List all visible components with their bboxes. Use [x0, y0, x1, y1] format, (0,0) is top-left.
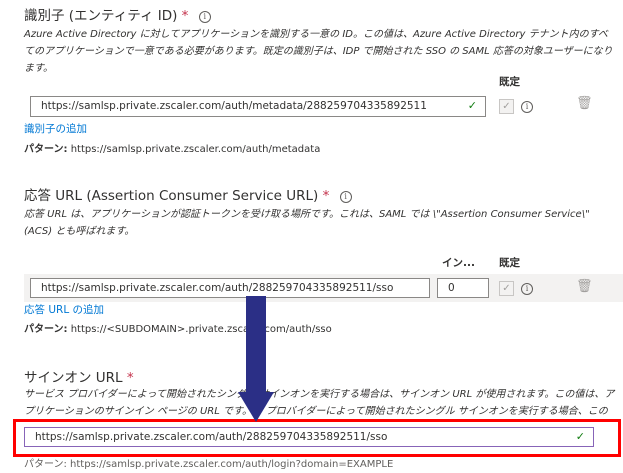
identifier-pattern: パターン: https://samlsp.private.zscaler.com… — [24, 140, 320, 155]
pattern-label: パターン: — [24, 144, 68, 155]
reply-url-pattern: パターン: https://<SUBDOMAIN>.private.zscale… — [24, 320, 332, 335]
reply-url-default-checkbox[interactable]: ✓ — [499, 281, 514, 296]
info-icon[interactable]: i — [339, 191, 352, 203]
reply-url-default-header: 既定 — [499, 257, 520, 269]
pattern-value: https://<SUBDOMAIN>.private.zscaler.com/… — [70, 324, 332, 335]
identifier-description: Azure Active Directory に対してアプリケーションを識別する… — [24, 29, 613, 74]
annotation-arrow-icon — [238, 296, 274, 422]
valid-check-icon: ✓ — [467, 99, 477, 112]
signon-url-input-value: https://samlsp.private.zscaler.com/auth/… — [35, 431, 388, 443]
signon-url-title-text: サインオン URL — [24, 370, 123, 386]
reply-url-index-header: イン... — [442, 257, 475, 269]
reply-url-description: 応答 URL は、アプリケーションが認証トークンを受け取る場所です。これは、SA… — [24, 209, 590, 237]
info-icon[interactable]: i — [521, 283, 533, 295]
required-marker: * — [126, 370, 134, 386]
identifier-input-value: https://samlsp.private.zscaler.com/auth/… — [41, 100, 427, 112]
delete-icon[interactable]: 🗑 — [576, 279, 593, 294]
info-icon[interactable]: i — [521, 101, 533, 113]
identifier-default-checkbox[interactable]: ✓ — [499, 99, 514, 114]
reply-url-index-value: 0 — [448, 282, 455, 294]
pattern-value: https://samlsp.private.zscaler.com/auth/… — [70, 144, 321, 155]
reply-url-index-input[interactable]: 0 — [437, 278, 489, 298]
reply-url-input[interactable]: https://samlsp.private.zscaler.com/auth/… — [30, 278, 430, 298]
add-identifier-link[interactable]: 識別子の追加 — [24, 121, 87, 136]
signon-url-title: サインオン URL * — [24, 366, 134, 386]
identifier-title: 識別子 (エンティティ ID) * i — [24, 4, 211, 24]
delete-icon[interactable]: 🗑 — [576, 96, 593, 111]
info-icon[interactable]: i — [198, 11, 211, 23]
identifier-input[interactable]: https://samlsp.private.zscaler.com/auth/… — [30, 96, 486, 117]
signon-url-input[interactable]: https://samlsp.private.zscaler.com/auth/… — [24, 427, 594, 447]
identifier-default-header: 既定 — [499, 76, 520, 88]
add-reply-url-link[interactable]: 応答 URL の追加 — [24, 302, 104, 317]
required-marker: * — [181, 8, 189, 24]
reply-url-input-value: https://samlsp.private.zscaler.com/auth/… — [41, 282, 394, 294]
pattern-label: パターン: — [24, 324, 68, 335]
identifier-title-text: 識別子 (エンティティ ID) — [24, 8, 178, 24]
reply-url-title: 応答 URL (Assertion Consumer Service URL) … — [24, 184, 352, 204]
valid-check-icon: ✓ — [575, 430, 585, 443]
reply-url-title-text: 応答 URL (Assertion Consumer Service URL) — [24, 188, 319, 204]
required-marker: * — [322, 188, 330, 204]
signon-url-pattern: パターン: https://samlsp.private.zscaler.com… — [24, 459, 394, 470]
